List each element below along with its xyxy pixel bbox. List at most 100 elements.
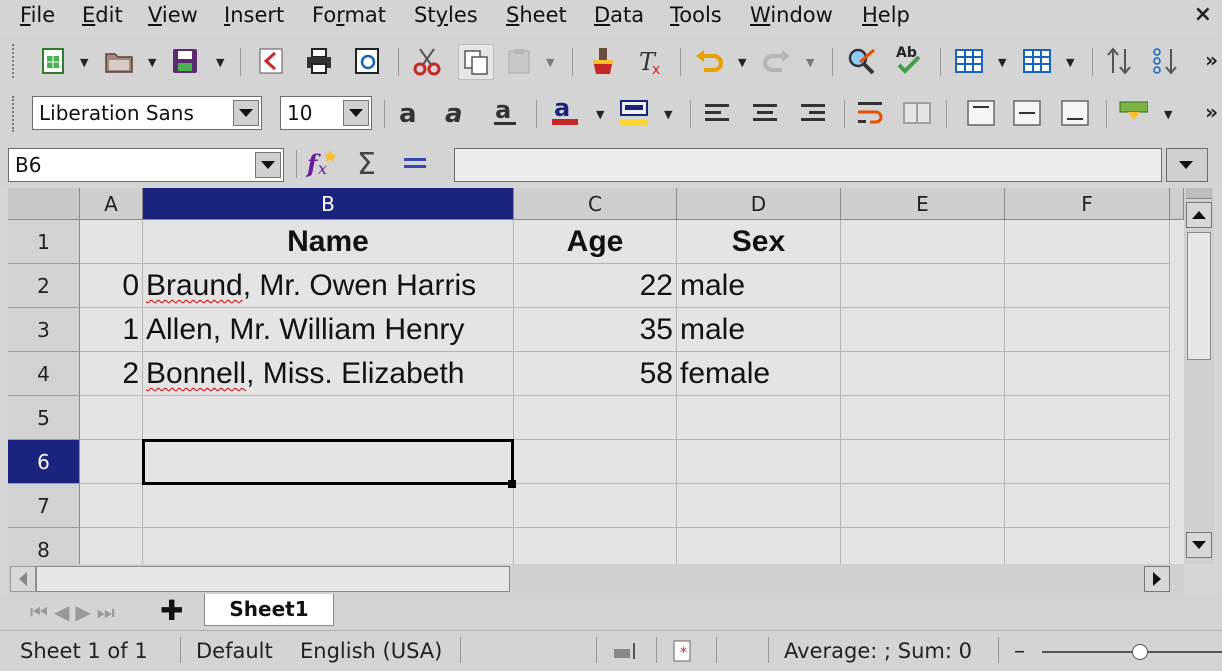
merge-cells-icon[interactable] xyxy=(902,98,932,128)
column-header-a[interactable]: A xyxy=(80,188,143,220)
paste-icon[interactable] xyxy=(504,46,534,76)
cell-b3[interactable]: Allen, Mr. William Henry xyxy=(143,308,514,352)
close-document-icon[interactable]: × xyxy=(1194,2,1212,27)
scroll-left-icon[interactable] xyxy=(10,566,36,592)
cell-f6[interactable] xyxy=(1005,440,1170,484)
cell-c7[interactable] xyxy=(514,484,677,528)
cell-e6[interactable] xyxy=(841,440,1005,484)
first-sheet-icon[interactable]: ⏮ xyxy=(30,600,54,624)
cell-f4[interactable] xyxy=(1005,352,1170,396)
row-dropdown-icon[interactable]: ▼ xyxy=(998,56,1006,69)
cell-e8[interactable] xyxy=(841,528,1005,564)
cell-a5[interactable] xyxy=(80,396,143,440)
font-name-dropdown-icon[interactable] xyxy=(233,100,259,126)
cell-a6[interactable] xyxy=(80,440,143,484)
toolbar-grip[interactable] xyxy=(12,44,18,78)
cell-e2[interactable] xyxy=(841,264,1005,308)
cell-c3[interactable]: 35 xyxy=(514,308,677,352)
column-header-d[interactable]: D xyxy=(677,188,841,220)
cell-b8[interactable] xyxy=(143,528,514,564)
font-color-icon[interactable]: a xyxy=(550,95,580,126)
expand-formula-button[interactable] xyxy=(1166,148,1208,182)
split-handle[interactable] xyxy=(1186,188,1212,199)
cell-f8[interactable] xyxy=(1005,528,1170,564)
selection-mode-icon[interactable] xyxy=(612,641,638,665)
cell-a4[interactable]: 2 xyxy=(80,352,143,396)
add-sheet-icon[interactable]: ✚ xyxy=(160,597,183,625)
scroll-right-icon[interactable] xyxy=(1144,566,1170,592)
menu-styles[interactable]: Styles xyxy=(414,3,478,27)
align-right-icon[interactable] xyxy=(798,98,828,128)
toolbar-grip[interactable] xyxy=(12,96,18,132)
function-wizard-icon[interactable]: fx xyxy=(306,148,336,178)
sort-icon[interactable] xyxy=(1104,46,1134,76)
prev-sheet-icon[interactable]: ◀ xyxy=(54,600,75,624)
fill-handle[interactable] xyxy=(508,480,516,488)
font-color-dropdown-icon[interactable]: ▼ xyxy=(596,108,604,121)
find-replace-icon[interactable] xyxy=(846,46,876,76)
name-box-dropdown-icon[interactable] xyxy=(255,152,281,178)
row-header-1[interactable]: 1 xyxy=(8,220,80,264)
menu-format[interactable]: Format xyxy=(312,3,386,27)
wrap-text-icon[interactable] xyxy=(856,98,886,128)
paste-dropdown-icon[interactable]: ▼ xyxy=(546,56,554,69)
menu-help[interactable]: Help xyxy=(862,3,910,27)
save-icon[interactable] xyxy=(170,46,200,76)
align-left-icon[interactable] xyxy=(702,98,732,128)
toolbar-overflow-icon[interactable]: » xyxy=(1205,100,1218,124)
cell-d2[interactable]: male xyxy=(677,264,841,308)
save-dropdown-icon[interactable]: ▼ xyxy=(216,56,224,69)
copy-icon[interactable] xyxy=(458,44,494,80)
undo-icon[interactable] xyxy=(694,46,724,76)
cell-b5[interactable] xyxy=(143,396,514,440)
cell-e5[interactable] xyxy=(841,396,1005,440)
open-folder-icon[interactable] xyxy=(104,46,134,76)
cut-icon[interactable] xyxy=(412,46,442,76)
cell-b2[interactable]: Braund, Mr. Owen Harris xyxy=(143,264,514,308)
zoom-slider-knob[interactable] xyxy=(1132,644,1148,660)
row-header-6[interactable]: 6 xyxy=(8,440,80,484)
cell-f7[interactable] xyxy=(1005,484,1170,528)
tab-sheet1[interactable]: Sheet1 xyxy=(204,594,334,626)
column-header-b[interactable]: B xyxy=(143,188,514,220)
cell-f1[interactable] xyxy=(1005,220,1170,264)
vertical-scroll-thumb[interactable] xyxy=(1187,232,1211,360)
column-dropdown-icon[interactable]: ▼ xyxy=(1066,56,1074,69)
cell-a2[interactable]: 0 xyxy=(80,264,143,308)
spelling-icon[interactable]: Ab xyxy=(894,44,924,74)
menu-data[interactable]: Data xyxy=(594,3,644,27)
cell-a1[interactable] xyxy=(80,220,143,264)
insert-table-row-icon[interactable] xyxy=(954,46,984,76)
zoom-out-icon[interactable]: – xyxy=(1014,639,1025,664)
sum-icon[interactable]: Σ xyxy=(354,147,384,179)
cell-c1[interactable]: Age xyxy=(514,220,677,264)
highlight-dropdown-icon[interactable]: ▼ xyxy=(664,108,672,121)
last-sheet-icon[interactable]: ⏭ xyxy=(97,600,121,624)
cell-f5[interactable] xyxy=(1005,396,1170,440)
new-document-icon[interactable] xyxy=(38,46,68,76)
cell-c2[interactable]: 22 xyxy=(514,264,677,308)
redo-icon[interactable] xyxy=(762,46,792,76)
cell-e1[interactable] xyxy=(841,220,1005,264)
horizontal-scroll-thumb[interactable] xyxy=(36,566,510,592)
menu-edit[interactable]: Edit xyxy=(82,3,123,27)
document-modified-icon[interactable]: * xyxy=(672,639,694,667)
toolbar-overflow-icon[interactable]: » xyxy=(1205,48,1218,72)
font-size-combo[interactable]: 10 xyxy=(280,96,372,130)
cell-d4[interactable]: female xyxy=(677,352,841,396)
clone-formatting-icon[interactable] xyxy=(588,46,618,76)
highlight-color-icon[interactable] xyxy=(618,96,648,126)
cell-d5[interactable] xyxy=(677,396,841,440)
column-header-e[interactable]: E xyxy=(841,188,1005,220)
row-header-2[interactable]: 2 xyxy=(8,264,80,308)
font-name-combo[interactable]: Liberation Sans xyxy=(32,96,262,130)
cell-f3[interactable] xyxy=(1005,308,1170,352)
cell-b4[interactable]: Bonnell, Miss. Elizabeth xyxy=(143,352,514,396)
align-center-icon[interactable] xyxy=(750,98,780,128)
align-bottom-icon[interactable] xyxy=(1060,98,1090,128)
scroll-up-icon[interactable] xyxy=(1186,202,1212,228)
align-top-icon[interactable] xyxy=(966,98,996,128)
menu-sheet[interactable]: Sheet xyxy=(506,3,567,27)
cell-e4[interactable] xyxy=(841,352,1005,396)
horizontal-scrollbar[interactable] xyxy=(8,564,1184,594)
